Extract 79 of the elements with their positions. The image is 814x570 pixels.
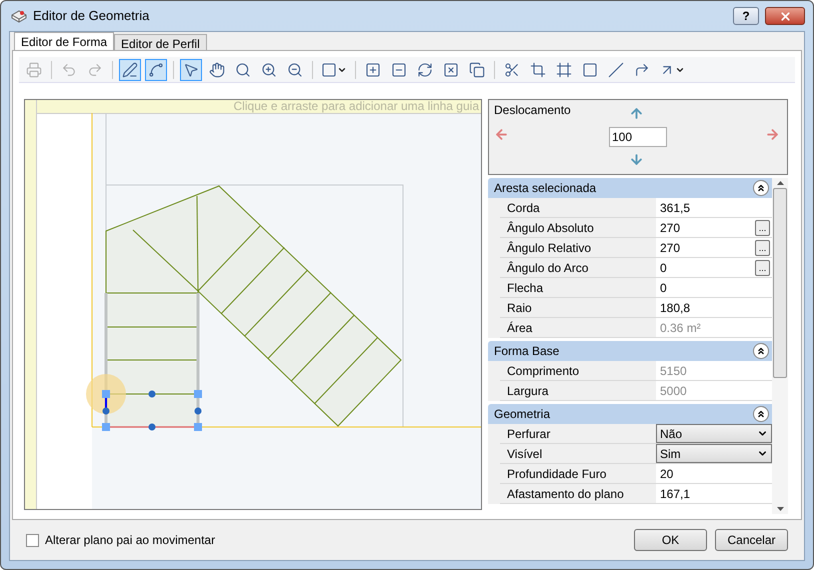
scroll-down-icon [776, 507, 784, 511]
dropdown-value: Sim [660, 446, 681, 462]
value-text: 0.36 m² [660, 320, 701, 336]
value-text: 0 [660, 280, 667, 296]
tab[interactable]: Editor de Perfil [114, 34, 207, 50]
section-title: Forma Base [494, 343, 560, 360]
corner-icon [634, 62, 650, 78]
property-value[interactable]: 180,8 [656, 298, 772, 317]
collapse-icon [753, 406, 769, 422]
value-text: 0 [660, 260, 667, 276]
tab[interactable]: Editor de Forma [14, 32, 114, 50]
zoom-in-icon [261, 62, 277, 78]
scrollbar[interactable] [772, 178, 788, 514]
property-dropdown[interactable]: Não [656, 424, 772, 443]
property-value[interactable]: 0 ... [656, 258, 772, 277]
property-value[interactable]: 270 ... [656, 238, 772, 257]
property-value[interactable]: 270 ... [656, 218, 772, 237]
offset-input[interactable]: 100 [609, 127, 667, 147]
value-text: 361,5 [660, 200, 690, 216]
printer-icon [26, 62, 42, 78]
value-text: 167,1 [660, 486, 690, 502]
hand-icon [209, 62, 225, 78]
ellipsis-button[interactable]: ... [755, 220, 770, 236]
section-header[interactable]: Forma Base [488, 341, 772, 361]
cut-icon [504, 62, 520, 78]
section-header[interactable]: Aresta selecionada [488, 178, 772, 198]
value-text: 180,8 [660, 300, 690, 316]
curve-icon [148, 62, 164, 78]
value-text: 5000 [660, 382, 687, 400]
property-value[interactable]: 361,5 [656, 198, 772, 217]
arrow-right-icon [765, 127, 780, 142]
ellipsis-button[interactable]: ... [755, 240, 770, 256]
crop-icon [530, 62, 546, 78]
zoom-icon [235, 62, 251, 78]
add-shape-icon [365, 62, 381, 78]
value-text: 270 [660, 240, 680, 256]
property-value[interactable]: 0 [656, 278, 772, 297]
toolbar-button[interactable] [145, 58, 167, 80]
pointer-icon [183, 62, 199, 78]
value-text: 270 [660, 220, 680, 236]
toolbar-button[interactable] [180, 58, 202, 80]
toolbar-button[interactable] [119, 58, 141, 80]
help-button[interactable]: ? [733, 7, 759, 25]
square-icon [582, 62, 598, 78]
pen-icon [122, 62, 138, 78]
dialog-button[interactable]: OK [634, 529, 707, 551]
close-icon [778, 10, 792, 22]
redo-icon [87, 62, 103, 78]
dropdown-value: Não [660, 426, 682, 442]
delete-shape-icon [443, 62, 459, 78]
property-value[interactable]: 167,1 [656, 484, 772, 503]
property-value[interactable]: 20 [656, 464, 772, 483]
scroll-thumb[interactable] [773, 188, 787, 378]
collapse-icon [753, 180, 769, 196]
collapse-icon [753, 343, 769, 359]
zoom-out-icon [287, 62, 303, 78]
value-text: 5150 [660, 362, 687, 380]
section-title: Aresta selecionada [494, 180, 596, 197]
dialog-button[interactable]: Cancelar [715, 529, 788, 551]
remove-shape-icon [391, 62, 407, 78]
app-icon [11, 9, 27, 23]
value-text: 20 [660, 466, 674, 482]
section-title: Geometria [494, 406, 550, 423]
window-title: Editor de Geometria [33, 7, 150, 26]
property-dropdown[interactable]: Sim [656, 444, 772, 463]
ellipsis-button[interactable]: ... [755, 260, 770, 276]
arrow-down-icon [629, 152, 644, 167]
checkbox-label: Alterar plano pai ao movimentar [45, 532, 216, 549]
offset-label: Deslocamento [494, 102, 571, 119]
rotate-shape-icon [417, 62, 433, 78]
shape-icon [321, 62, 337, 78]
checkbox[interactable] [26, 534, 39, 546]
undo-icon [61, 62, 77, 78]
diagonal-icon [608, 62, 624, 78]
guide-hint: Clique e arraste para adicionar uma linha guia [234, 100, 479, 113]
close-button[interactable] [765, 7, 805, 25]
scroll-up-icon [776, 181, 784, 185]
copy-shape-icon [469, 62, 485, 78]
section-header[interactable]: Geometria [488, 404, 772, 424]
